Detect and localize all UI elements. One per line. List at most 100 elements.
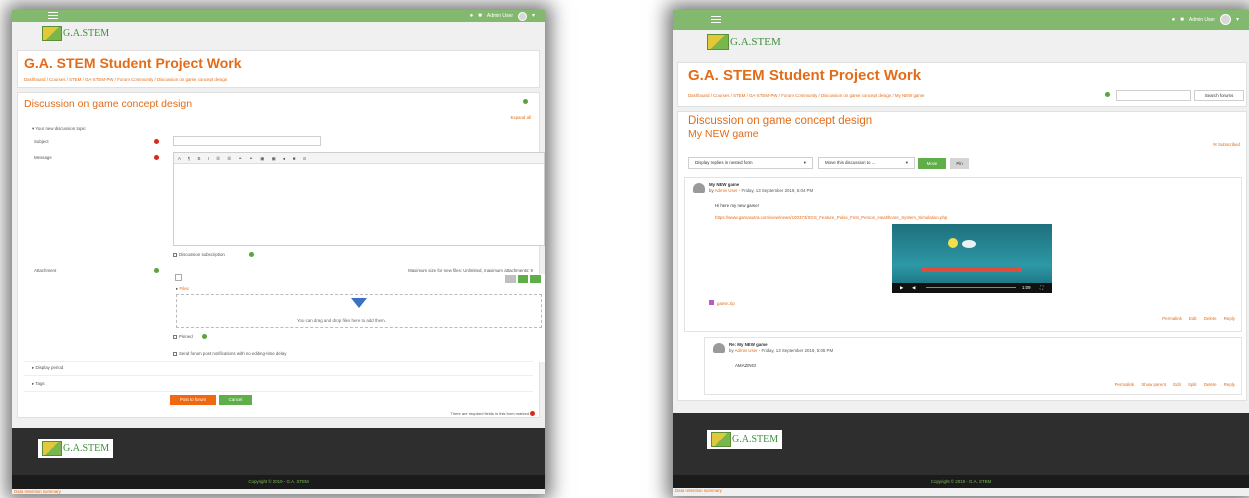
drop-zone[interactable]: You can drag and drop files here to add … (176, 294, 542, 328)
subscription-row[interactable]: Discussion subscription (173, 252, 225, 257)
tags-label: Tags (35, 381, 45, 386)
author-avatar[interactable] (693, 183, 705, 193)
data-retention-link[interactable]: Data retention summary (14, 489, 61, 494)
data-retention-link[interactable]: Data retention summary (675, 488, 722, 493)
attachment-link[interactable]: game.zip (709, 300, 735, 306)
pinned-checkbox[interactable] (173, 334, 177, 339)
page-title: G.A. STEM Student Project Work (24, 55, 242, 71)
editor-toolbar[interactable]: A ¶ B I ☰ ☰ ⚭ ⚭ ▣ ▣ ● ■ ⊙ (174, 153, 544, 164)
subscription-checkbox[interactable] (173, 252, 177, 257)
edit-link[interactable]: Edit (1189, 316, 1197, 321)
bell-icon[interactable]: ● (470, 11, 474, 21)
permalink-link[interactable]: Permalink (1115, 382, 1135, 387)
section-new-topic[interactable]: ▾ Your new discussion topic (32, 126, 86, 132)
post-url-link[interactable]: https://www.gamasutra.com/view/news/1003… (715, 215, 947, 220)
page-header-card: G.A. STEM Student Project Work Dashboard… (677, 62, 1247, 107)
permalink-link[interactable]: Permalink (1162, 316, 1182, 321)
settings-gear-icon[interactable] (523, 99, 528, 104)
expand-all-link[interactable]: Expand all (510, 115, 531, 120)
avatar[interactable] (517, 11, 527, 21)
fullscreen-icon[interactable]: ⛶ (1040, 285, 1043, 290)
chat-icon[interactable]: ■ (1180, 15, 1184, 25)
move-discussion-select[interactable]: Move this discussion to ... ▾ (818, 157, 915, 169)
author-link[interactable]: Admin User (735, 348, 758, 353)
tree-view-icon[interactable] (530, 275, 542, 283)
message-label: Message (34, 155, 52, 160)
show-parent-link[interactable]: Show parent (1141, 382, 1166, 387)
pinned-row[interactable]: Pinned (173, 334, 193, 339)
edit-link[interactable]: Edit (1173, 382, 1181, 387)
breadcrumb[interactable]: Dashboard / Courses / STEM / GA-STEM-PW … (688, 93, 924, 98)
notify-checkbox[interactable] (173, 351, 177, 356)
post-actions: Permalink Edit Delete Reply (1156, 316, 1235, 321)
search-forums-input[interactable] (1116, 90, 1191, 101)
author-avatar[interactable] (713, 343, 725, 353)
delete-link[interactable]: Delete (1204, 382, 1217, 387)
author-link[interactable]: Admin User (715, 188, 738, 193)
file-add-icon[interactable] (175, 274, 182, 281)
video-controls[interactable]: ▶ ◀ 1:09 ⛶ (892, 283, 1052, 293)
subscription-label: Discussion subscription (179, 252, 225, 257)
split-link[interactable]: Split (1188, 382, 1197, 387)
video-seek-bar[interactable] (926, 287, 1016, 288)
by-text: by (729, 348, 734, 353)
user-name[interactable]: Admin User (487, 13, 513, 19)
discussion-heading: Discussion on game concept design (688, 115, 873, 127)
subscribed-label: Subscribed (1218, 142, 1240, 147)
menu-icon[interactable] (48, 12, 58, 19)
chat-icon[interactable]: ■ (478, 11, 482, 21)
help-icon[interactable] (154, 268, 159, 273)
grid-view-icon[interactable] (505, 275, 516, 283)
subject-input[interactable] (173, 136, 321, 146)
user-name[interactable]: Admin User (1189, 17, 1215, 23)
search-forums-button[interactable]: Search forums (1194, 90, 1244, 101)
list-view-icon[interactable] (517, 275, 529, 283)
reply-link[interactable]: Reply (1224, 382, 1235, 387)
help-icon[interactable] (1105, 92, 1110, 97)
upload-arrow-icon (351, 298, 367, 308)
notify-row[interactable]: Send forum post notifications with no ed… (173, 351, 286, 356)
view-toggle[interactable] (505, 275, 542, 283)
logo-mark-icon (707, 34, 729, 50)
files-folder[interactable]: ▸ Files (176, 286, 189, 292)
reply-link[interactable]: Reply (1224, 316, 1235, 321)
file-manager[interactable]: ▸ Files You can drag and drop files here… (173, 274, 545, 362)
section-tags[interactable]: ▸ Tags (32, 381, 45, 387)
discussion-card: Discussion on game concept design My NEW… (677, 111, 1247, 401)
help-icon[interactable] (249, 252, 254, 257)
chevron-down-icon[interactable]: ▾ (532, 11, 535, 21)
section-display-period[interactable]: ▸ Display period (32, 365, 63, 371)
site-logo[interactable]: G.A.STEM (707, 34, 781, 50)
by-text: by (709, 188, 714, 193)
play-icon[interactable]: ▶ (900, 285, 903, 291)
chevron-down-icon[interactable]: ▾ (1236, 15, 1239, 25)
footer: G.A.STEM (673, 413, 1249, 475)
reply-actions: Permalink Show parent Edit Split Delete … (1109, 382, 1235, 387)
bell-icon[interactable]: ● (1172, 15, 1176, 25)
files-label: Files (179, 286, 189, 291)
avatar[interactable] (1219, 14, 1231, 25)
chevron-down-icon: ▾ (803, 160, 806, 165)
cancel-button[interactable]: Cancel (219, 395, 252, 405)
site-logo[interactable]: G.A.STEM (42, 26, 109, 41)
pin-button[interactable]: Pin (950, 158, 969, 169)
chevron-down-icon: ▾ (905, 160, 908, 165)
move-button[interactable]: Move (918, 158, 946, 169)
menu-icon[interactable] (711, 16, 721, 23)
delete-link[interactable]: Delete (1204, 316, 1217, 321)
breadcrumb[interactable]: Dashboard / Courses / STEM / GA-STEM-PW … (24, 77, 227, 82)
section-new-topic-label: Your new discussion topic (35, 126, 86, 131)
required-icon (530, 411, 535, 416)
post-byline: by Admin User - Friday, 13 September 201… (709, 188, 813, 193)
help-icon[interactable] (202, 334, 207, 339)
video-frame-detail (922, 268, 1022, 272)
display-mode-select[interactable]: Display replies in nested form ▾ (688, 157, 813, 169)
embedded-video[interactable]: ▶ ◀ 1:09 ⛶ (892, 224, 1052, 293)
subscribed-toggle[interactable]: ✉ Subscribed (1213, 142, 1240, 148)
message-editor[interactable]: A ¶ B I ☰ ☰ ⚭ ⚭ ▣ ▣ ● ■ ⊙ (173, 152, 545, 246)
top-navbar: ● ■ Admin User ▾ (12, 10, 545, 22)
volume-icon[interactable]: ◀ (912, 285, 915, 291)
logo-mark-icon (42, 26, 62, 41)
post-body: Hi here my new game! (715, 203, 759, 208)
post-to-forum-button[interactable]: Post to forum (170, 395, 216, 405)
